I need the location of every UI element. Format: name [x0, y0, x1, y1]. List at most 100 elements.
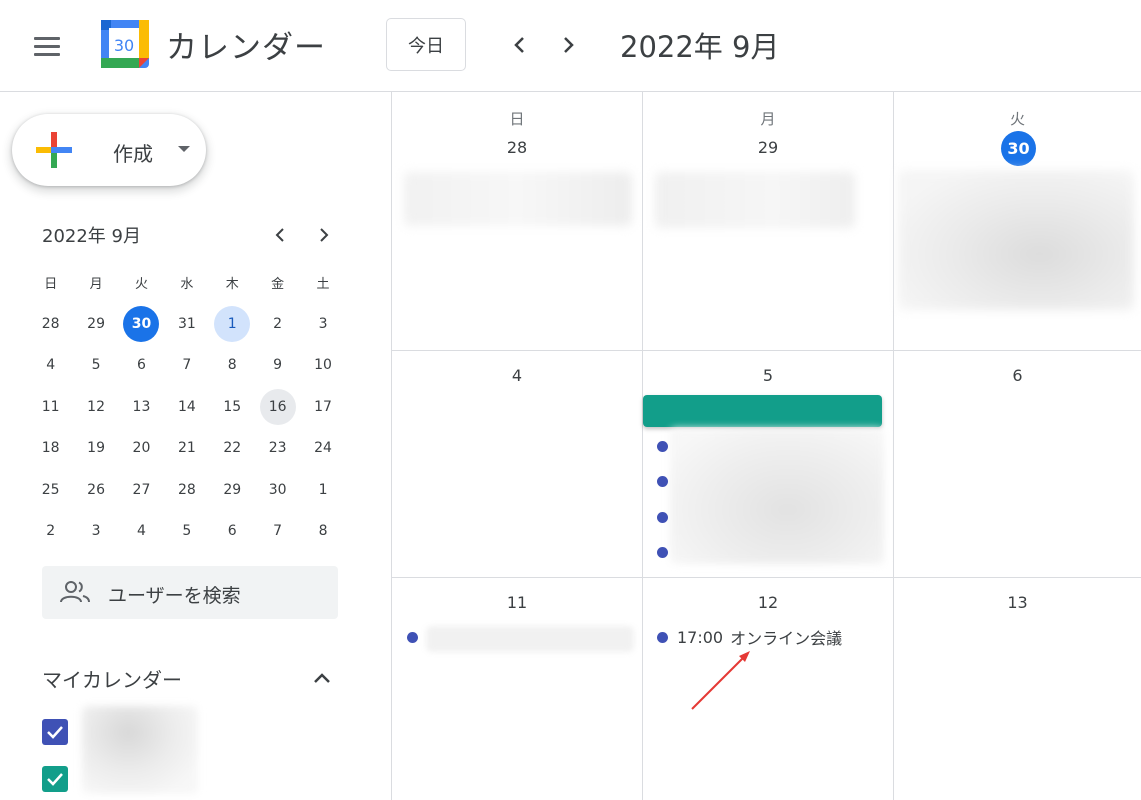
previous-month-button[interactable] — [505, 28, 535, 62]
mini-calendar-day[interactable]: 6 — [119, 345, 164, 386]
my-calendars-heading: マイカレンダー — [42, 668, 182, 692]
mini-calendar-day[interactable]: 5 — [73, 345, 118, 386]
next-month-button[interactable] — [553, 28, 583, 62]
mini-weekday-label: 火 — [134, 277, 148, 293]
mini-calendar-day[interactable]: 9 — [255, 345, 300, 386]
app-title: カレンダー — [166, 30, 326, 66]
mini-calendar-day[interactable]: 7 — [255, 510, 300, 551]
mini-calendar-day-number: 13 — [132, 398, 151, 415]
mini-calendar-day[interactable]: 2 — [255, 303, 300, 344]
mini-calendar-day-number: 6 — [227, 523, 237, 540]
mini-weekday-label: 土 — [316, 277, 330, 293]
day-number-5[interactable]: 5 — [643, 366, 893, 385]
hamburger-menu-icon[interactable] — [27, 26, 67, 66]
mini-calendar-day-number: 8 — [318, 523, 328, 540]
people-icon — [60, 581, 90, 603]
mini-calendar-day[interactable]: 14 — [164, 386, 209, 427]
mini-calendar-day[interactable]: 7 — [164, 345, 209, 386]
mini-calendar-day-number: 1 — [318, 481, 328, 498]
mini-calendar-day-number: 25 — [41, 481, 60, 498]
calendar-checkbox-2[interactable] — [42, 766, 68, 792]
mini-calendar-day[interactable]: 30 — [255, 469, 300, 510]
mini-calendar-day[interactable]: 23 — [255, 428, 300, 469]
day-number-13[interactable]: 13 — [894, 593, 1141, 612]
search-users-field[interactable]: ユーザーを検索 — [42, 566, 338, 619]
mini-calendar-day[interactable]: 29 — [73, 303, 118, 344]
blurred-event[interactable] — [898, 170, 1134, 310]
mini-calendar-day-number: 31 — [177, 316, 196, 333]
mini-calendar-day[interactable]: 30 — [119, 303, 164, 344]
mini-weekday-label: 日 — [44, 277, 58, 293]
mini-calendar-day-number: 2 — [273, 316, 283, 333]
event-dot — [407, 632, 418, 643]
mini-calendar-day[interactable]: 16 — [255, 386, 300, 427]
colorful-plus-icon — [36, 132, 72, 168]
logo-day-number: 30 — [114, 36, 134, 55]
day-number-6[interactable]: 6 — [894, 366, 1141, 385]
mini-calendar-day[interactable]: 6 — [210, 510, 255, 551]
mini-calendar-day[interactable]: 28 — [164, 469, 209, 510]
blurred-event-list[interactable] — [670, 428, 884, 564]
blurred-event[interactable] — [426, 626, 634, 652]
mini-calendar-day[interactable]: 24 — [300, 428, 345, 469]
mini-calendar-day[interactable]: 19 — [73, 428, 118, 469]
mini-calendar-day[interactable]: 12 — [73, 386, 118, 427]
mini-calendar-day[interactable]: 26 — [73, 469, 118, 510]
mini-calendar-day[interactable]: 10 — [300, 345, 345, 386]
today-button[interactable]: 今日 — [386, 18, 466, 71]
mini-calendar-day[interactable]: 17 — [300, 386, 345, 427]
grid-line — [642, 92, 643, 800]
mini-calendar-prev-button[interactable] — [268, 222, 292, 248]
mini-calendar-day[interactable]: 4 — [119, 510, 164, 551]
mini-calendar-day[interactable]: 3 — [73, 510, 118, 551]
mini-calendar-day-number: 7 — [273, 523, 283, 540]
chevron-left-icon — [275, 228, 284, 242]
mini-calendar-day-number: 3 — [318, 316, 328, 333]
all-day-event-bar[interactable] — [643, 395, 882, 427]
today-day-number[interactable]: 30 — [1001, 131, 1036, 166]
blurred-event[interactable] — [404, 172, 632, 226]
day-number-12[interactable]: 12 — [643, 593, 893, 612]
mini-calendar-day[interactable]: 4 — [28, 345, 73, 386]
mini-calendar-day-number: 29 — [223, 481, 242, 498]
caret-down-icon — [178, 146, 190, 152]
mini-calendar-day[interactable]: 22 — [210, 428, 255, 469]
mini-calendar-day[interactable]: 2 — [28, 510, 73, 551]
mini-calendar-day[interactable]: 8 — [210, 345, 255, 386]
mini-calendar-day[interactable]: 13 — [119, 386, 164, 427]
mini-calendar-day-number: 9 — [273, 357, 283, 374]
mini-calendar-day-number: 29 — [87, 316, 105, 333]
day-number-11[interactable]: 11 — [392, 593, 642, 612]
mini-calendar-day-number: 27 — [132, 481, 151, 498]
mini-calendar-next-button[interactable] — [312, 222, 336, 248]
create-label: 作成 — [113, 142, 153, 166]
checkmark-icon — [47, 726, 63, 739]
chevron-right-icon — [564, 37, 574, 53]
mini-calendar-day[interactable]: 1 — [300, 469, 345, 510]
mini-calendar-day[interactable]: 21 — [164, 428, 209, 469]
calendar-checkbox-1[interactable] — [42, 719, 68, 745]
mini-calendar-day[interactable]: 20 — [119, 428, 164, 469]
mini-calendar-day[interactable]: 27 — [119, 469, 164, 510]
mini-calendar-day[interactable]: 8 — [300, 510, 345, 551]
day-number-29[interactable]: 29 — [643, 138, 893, 157]
grid-line — [391, 92, 392, 800]
collapse-my-calendars-button[interactable] — [308, 664, 336, 692]
create-button[interactable]: 作成 — [12, 114, 206, 186]
day-number-28[interactable]: 28 — [392, 138, 642, 157]
mini-calendar-day[interactable]: 25 — [28, 469, 73, 510]
mini-calendar-day[interactable]: 18 — [28, 428, 73, 469]
mini-calendar-day[interactable]: 29 — [210, 469, 255, 510]
mini-calendar-day[interactable]: 5 — [164, 510, 209, 551]
weekday-header-mon: 月 — [760, 110, 776, 128]
mini-calendar-day[interactable]: 1 — [210, 303, 255, 344]
blurred-event[interactable] — [655, 172, 855, 228]
search-users-label: ユーザーを検索 — [108, 585, 241, 607]
mini-calendar-day[interactable]: 3 — [300, 303, 345, 344]
mini-calendar-day[interactable]: 28 — [28, 303, 73, 344]
mini-calendar-day[interactable]: 15 — [210, 386, 255, 427]
mini-calendar-day[interactable]: 31 — [164, 303, 209, 344]
mini-calendar-day[interactable]: 11 — [28, 386, 73, 427]
day-number-4[interactable]: 4 — [392, 366, 642, 385]
mini-calendar-day-number: 14 — [177, 398, 196, 415]
